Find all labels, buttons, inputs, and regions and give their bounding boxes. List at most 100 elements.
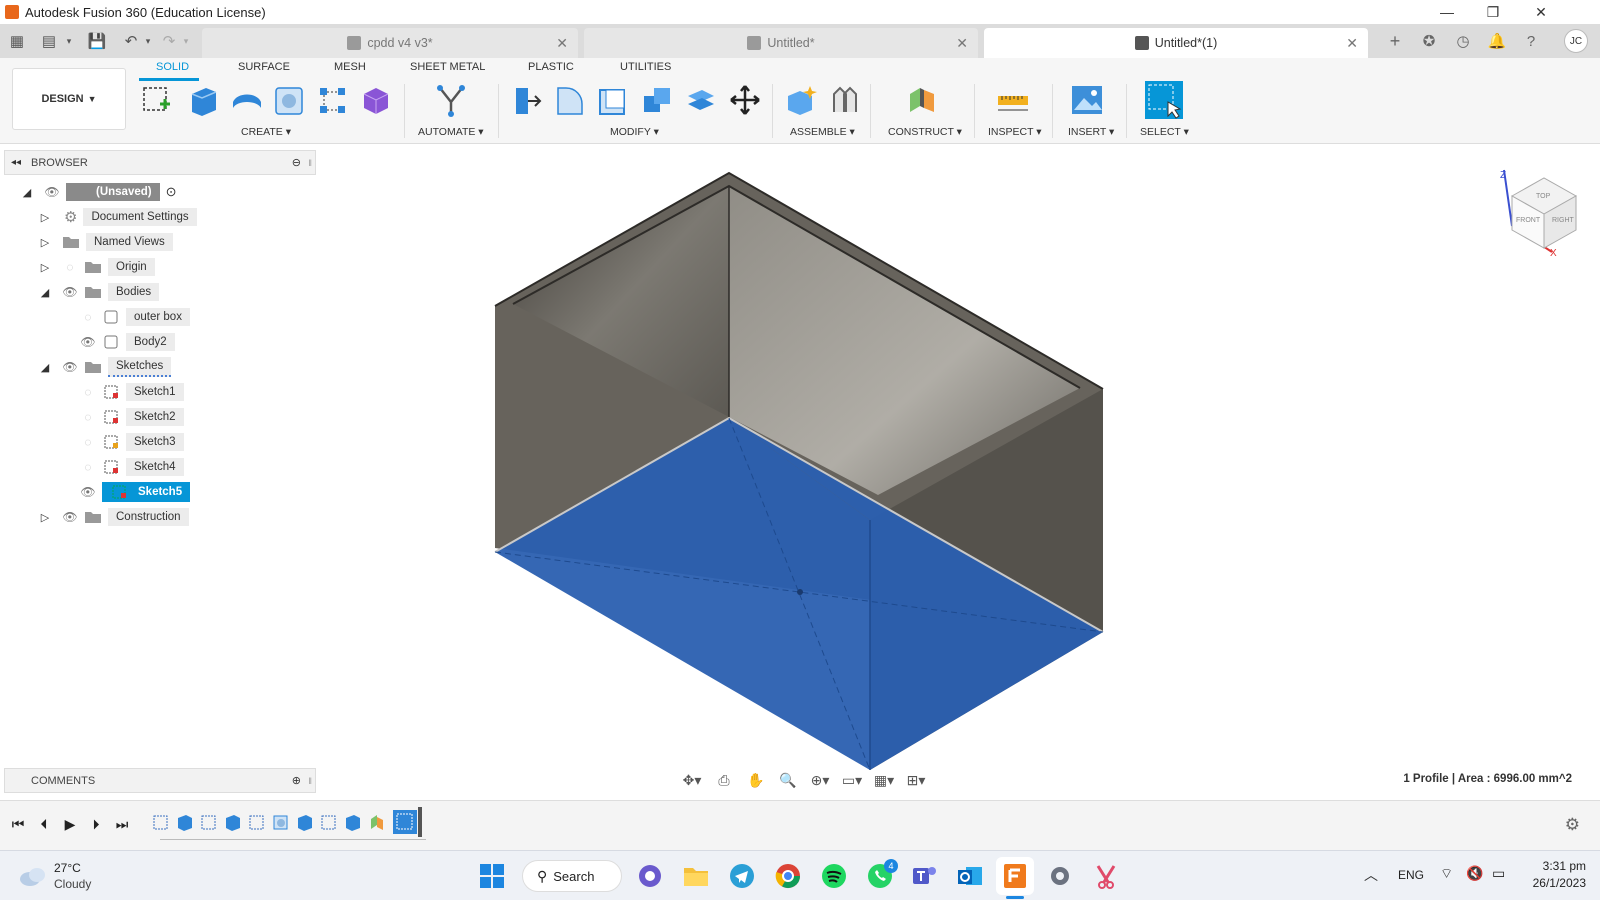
step-forward-icon[interactable]: ⏵ [88, 816, 104, 832]
eye-visible-icon[interactable]: 👁 [44, 185, 60, 199]
maximize-button[interactable]: ❐ [1470, 0, 1516, 24]
volume-muted-icon[interactable]: 🔇 [1466, 865, 1483, 882]
look-at-icon[interactable]: ⎙ [708, 769, 740, 791]
timeline-shell-icon[interactable] [272, 813, 290, 831]
root-component-label[interactable]: (Unsaved) [66, 183, 160, 201]
triangle-collapsed-icon[interactable]: ▷ [38, 260, 52, 274]
windows-start-icon[interactable] [478, 862, 506, 890]
eye-hidden-icon[interactable]: ◌ [80, 410, 96, 424]
extrude-icon[interactable] [186, 82, 220, 118]
timeline-extrude-icon[interactable] [344, 813, 362, 831]
pan-hand-icon[interactable]: ✋ [740, 769, 772, 791]
offset-plane-icon[interactable] [904, 82, 938, 118]
timeline-extrude-icon[interactable] [224, 813, 242, 831]
file-menu-icon[interactable]: ▤ [38, 30, 60, 52]
insert-image-icon[interactable] [1070, 82, 1104, 118]
teams-chat-icon[interactable] [636, 862, 664, 890]
timeline-sketch-icon[interactable] [200, 813, 218, 831]
tab-close-icon[interactable]: ✕ [1346, 35, 1358, 52]
triangle-expanded-icon[interactable]: ◢ [38, 360, 52, 374]
tab-solid[interactable]: SOLID [156, 61, 189, 73]
tab-close-icon[interactable]: ✕ [556, 35, 568, 52]
triangle-collapsed-icon[interactable]: ▷ [38, 235, 52, 249]
outlook-icon[interactable] [956, 862, 984, 890]
tab-untitled[interactable]: Untitled* ✕ [584, 28, 978, 58]
triangle-expanded-icon[interactable]: ◢ [20, 185, 34, 199]
group-construct[interactable]: CONSTRUCT ▾ [888, 126, 962, 138]
group-assemble[interactable]: ASSEMBLE ▾ [790, 126, 855, 138]
eye-hidden-icon[interactable]: ◌ [62, 260, 78, 274]
revolve-icon[interactable] [230, 82, 264, 118]
select-arrow-icon[interactable] [1144, 80, 1184, 120]
tree-item-document-settings[interactable]: ▷ ⚙ Document Settings [38, 206, 197, 228]
timeline-plane-icon[interactable] [368, 813, 386, 831]
orbit-icon[interactable]: ✥▾ [676, 769, 708, 791]
tree-root[interactable]: ◢ 👁 (Unsaved) ⊙ [20, 181, 177, 203]
timeline-sketch-icon[interactable] [152, 813, 170, 831]
tab-cpdd-v4-v3[interactable]: cpdd v4 v3* ✕ [202, 28, 578, 58]
eye-visible-icon[interactable]: 👁 [62, 510, 78, 524]
close-button[interactable]: ✕ [1518, 0, 1564, 24]
viewcube[interactable]: Z X TOP FRONT RIGHT [1500, 169, 1578, 259]
workspace-switcher-button[interactable]: DESIGN ▼ [12, 68, 126, 130]
create-sketch-icon[interactable] [140, 82, 174, 118]
eye-hidden-icon[interactable]: ◌ [80, 310, 96, 324]
eye-hidden-icon[interactable]: ◌ [80, 385, 96, 399]
new-component-icon[interactable] [784, 82, 818, 118]
show-hidden-icons-chevron-icon[interactable]: ︿ [1364, 865, 1378, 885]
triangle-expanded-icon[interactable]: ◢ [38, 285, 52, 299]
tree-item-sketch1[interactable]: ◌ Sketch1 [80, 381, 184, 403]
eye-hidden-icon[interactable]: ◌ [80, 435, 96, 449]
settings-gear-icon[interactable] [1046, 862, 1074, 890]
tab-untitled-1[interactable]: Untitled*(1) ✕ [984, 28, 1368, 58]
microsoft-teams-icon[interactable] [910, 862, 938, 890]
fillet-icon[interactable] [552, 82, 586, 118]
tab-plastic[interactable]: PLASTIC [528, 61, 574, 73]
tree-item-sketch3[interactable]: ◌ Sketch3 [80, 431, 184, 453]
collapse-arrows-icon[interactable]: ◂◂ [11, 157, 21, 168]
tree-item-origin[interactable]: ▷ ◌ Origin [38, 256, 155, 278]
timeline-settings-gear-icon[interactable]: ⚙ [1565, 815, 1580, 835]
step-back-icon[interactable]: ⏴ [36, 816, 52, 832]
fusion360-taskbar-icon[interactable] [1001, 862, 1029, 890]
file-explorer-icon[interactable] [682, 862, 710, 890]
wifi-icon[interactable]: ⌔ [1440, 865, 1453, 883]
save-icon[interactable]: 💾 [86, 30, 108, 52]
minus-circle-icon[interactable]: ⊖ [292, 156, 301, 169]
offset-face-icon[interactable] [684, 82, 718, 118]
timeline-marker[interactable] [418, 807, 422, 837]
tree-item-sketches[interactable]: ◢ 👁 Sketches [38, 356, 172, 378]
shell-icon[interactable] [596, 82, 630, 118]
group-select[interactable]: SELECT ▾ [1140, 126, 1189, 138]
eye-visible-icon[interactable]: 👁 [62, 360, 78, 374]
minimize-button[interactable]: — [1424, 0, 1470, 24]
tree-item-sketch4[interactable]: ◌ Sketch4 [80, 456, 184, 478]
display-settings-icon[interactable]: ▭▾ [836, 769, 868, 791]
extensions-icon[interactable]: ✪ [1418, 30, 1440, 52]
3d-canvas-viewport[interactable]: Z X TOP FRONT RIGHT [320, 145, 1600, 797]
fit-icon[interactable]: ⊕▾ [804, 769, 836, 791]
snipping-tool-icon[interactable] [1092, 862, 1120, 890]
timeline-extrude-icon[interactable] [296, 813, 314, 831]
tree-item-named-views[interactable]: ▷ Named Views [38, 231, 173, 253]
group-inspect[interactable]: INSPECT ▾ [988, 126, 1042, 138]
tree-item-sketch5[interactable]: 👁 Sketch5 [80, 481, 191, 503]
group-create[interactable]: CREATE ▾ [241, 126, 291, 138]
tree-item-body2[interactable]: 👁 Body2 [80, 331, 175, 353]
chrome-icon[interactable] [774, 862, 802, 890]
spotify-icon[interactable] [820, 862, 848, 890]
hole-icon[interactable] [272, 82, 306, 118]
eye-visible-icon[interactable]: 👁 [80, 335, 96, 349]
go-to-start-icon[interactable]: ⏮ [10, 816, 26, 832]
triangle-collapsed-icon[interactable]: ▷ [38, 510, 52, 524]
job-status-clock-icon[interactable]: ◷ [1452, 30, 1474, 52]
tab-surface[interactable]: SURFACE [238, 61, 290, 73]
tree-item-bodies[interactable]: ◢ 👁 Bodies [38, 281, 160, 303]
move-copy-icon[interactable] [728, 82, 762, 118]
tab-sheet-metal[interactable]: SHEET METAL [410, 61, 485, 73]
create-form-icon[interactable] [358, 82, 392, 118]
tab-mesh[interactable]: MESH [334, 61, 366, 73]
plus-circle-icon[interactable]: ⊕ [292, 774, 301, 787]
eye-hidden-icon[interactable]: ◌ [80, 460, 96, 474]
tree-item-outer-box[interactable]: ◌ outer box [80, 306, 190, 328]
